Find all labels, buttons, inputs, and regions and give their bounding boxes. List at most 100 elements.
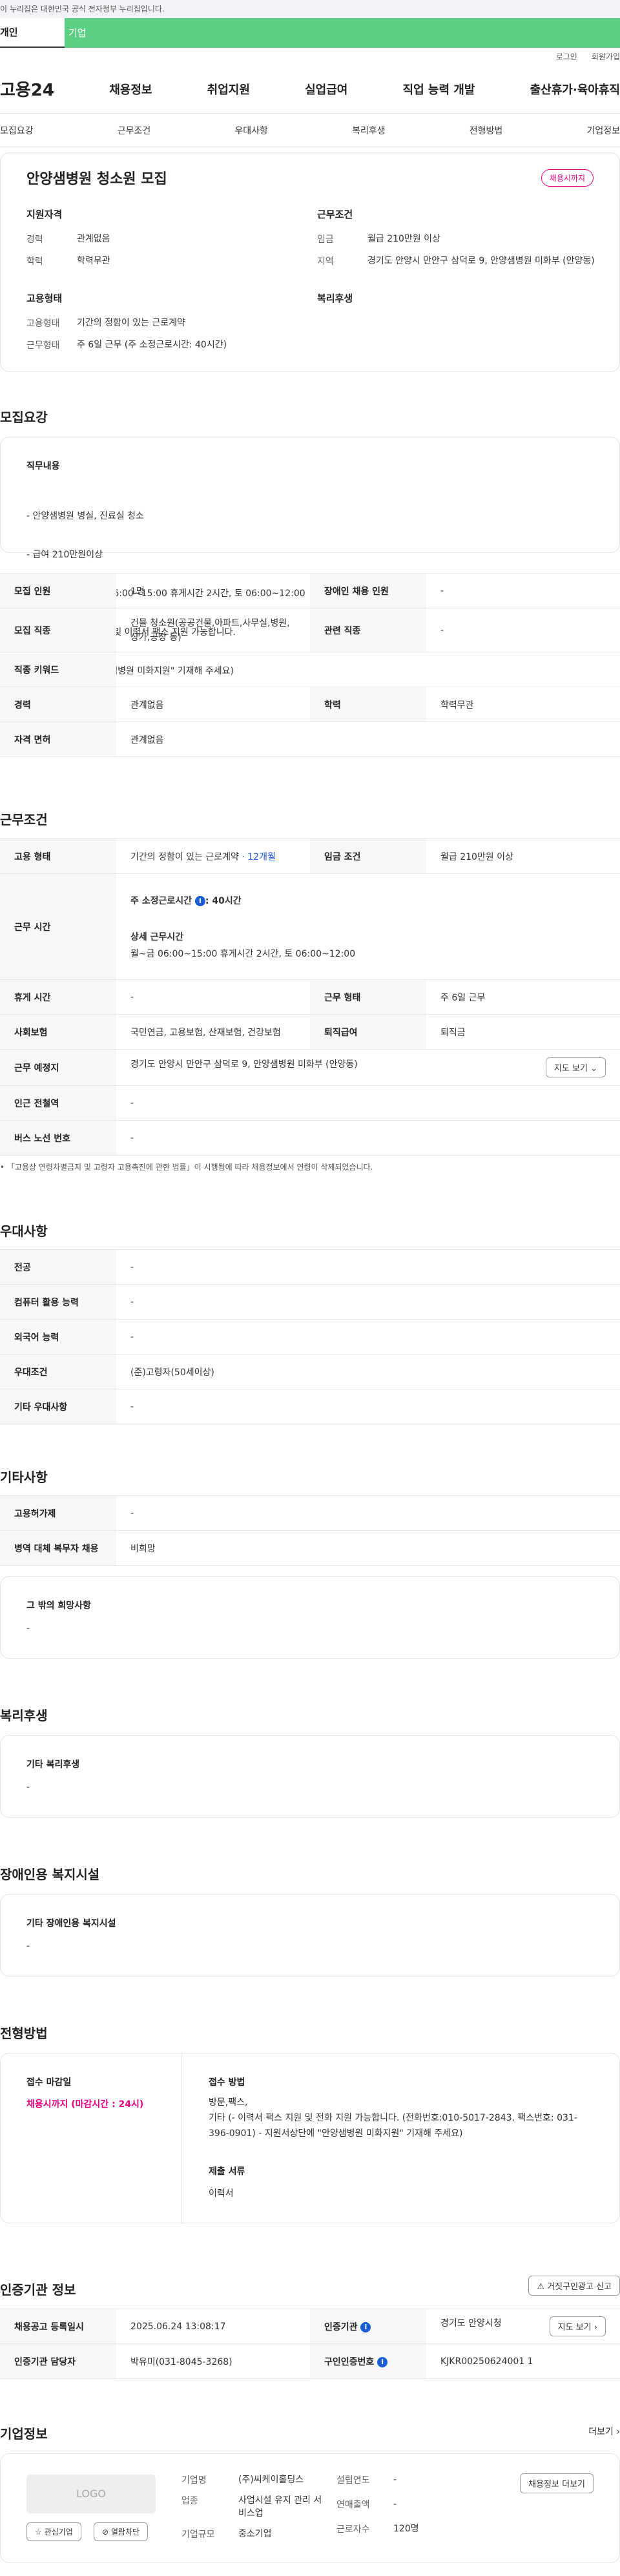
company-heading: 기업정보 [0,2426,48,2442]
company-value: - [393,2499,397,2509]
map-button[interactable]: 지도 보기 ⌄ [545,1057,606,1077]
company-value: (주)씨케이홀딩스 [238,2475,304,2485]
info-icon[interactable]: i [377,2356,388,2367]
tab-company[interactable]: 기업 [65,18,620,48]
td-emp-type: 기간의 정함이 있는 근로계약 · 12개월 [116,838,310,874]
td-career: 관계없음 [116,687,310,722]
agency-map-button[interactable]: 지도 보기 › [549,2316,606,2336]
recruit-table: 모집 인원 1명 장애인 채용 인원 - 모집 직종 건물 청소원(공공건물,아파트,사… [0,573,620,757]
anchor-conditions[interactable]: 근무조건 [118,124,151,137]
td-disabled: - [426,573,620,608]
other-etc-label: 그 밖의 희망사항 [26,1601,91,1611]
td-job: 건물 청소원(공공건물,아파트,사무실,병원,상가,공장 등) [116,608,310,652]
divider [181,2053,182,2224]
th-pc: 컴퓨터 활용 능력 [0,1284,116,1320]
td-manager: 박유미(031-8045-3268) [116,2343,310,2379]
gnb-leave[interactable]: 출산휴가·육아휴직 [530,81,620,98]
conditions-heading: 근무조건 [0,812,48,827]
anchor-company[interactable]: 기업정보 [586,124,620,137]
company-value: 120명 [393,2524,419,2534]
td-place: 경기도 안양시 만안구 삼덕로 9, 안양샘병원 미화부 (안양동) 지도 보기 … [116,1049,620,1086]
site-logo[interactable]: 고용24 [0,77,54,101]
work-title: 근무조건 [317,209,353,220]
company-key: 근로자수 [336,2524,370,2535]
org-name: 경기도 안양시청 [440,2318,502,2329]
company-value: 중소기업 [238,2529,272,2539]
td-insurance: 국민연금, 고용보험, 산재보험, 건강보험 [116,1014,310,1050]
anchor-recruit[interactable]: 모집요강 [0,124,34,137]
deadline-value: 채용시까지 (마감시간 : 24시) [26,2099,144,2110]
td-related: - [426,608,620,652]
report-button[interactable]: ⚠ 거짓구인광고 신고 [528,2276,620,2296]
th-license: 자격 면허 [0,722,116,757]
docs-value: 이력서 [209,2188,234,2199]
gnb-benefit[interactable]: 실업급여 [305,81,347,98]
gnb-jobs[interactable]: 채용정보 [109,81,152,98]
method-label: 접수 방법 [209,2077,245,2088]
emp-key: 근무형태 [26,340,60,351]
detail-label: 상세 근무시간 [130,931,184,942]
login-link[interactable]: 로그인 [556,51,577,62]
gnb-support[interactable]: 취업지원 [207,81,250,98]
td-retire: 퇴직금 [426,1014,620,1050]
agency-table: 채용공고 등록일시 2025.06.24 13:08:17 인증기관 i 경기도 안양… [0,2309,620,2379]
duty-label: 직무내용 [26,461,60,472]
tab-personal[interactable]: 개인 [0,18,65,48]
td-keyword: - [116,652,620,687]
td-break: - [116,979,310,1015]
td-bus: - [116,1120,620,1156]
company-info-right: 설립연도 - 연매출액 - 근로자수 120명 [336,2473,419,2544]
gov-notice: 이 누리집은 대한민국 공식 전자정부 누리집입니다. [0,0,620,18]
th-subway: 인근 전철역 [0,1085,116,1121]
anchor-process[interactable]: 전형방법 [470,124,503,137]
company-key: 기업규모 [181,2529,215,2540]
place-text: 경기도 안양시 만안구 삼덕로 9, 안양샘병원 미화부 (안양동) [130,1059,358,1070]
recruit-heading: 모집요강 [0,410,48,425]
welfare-heading: 복리후생 [0,1708,48,1723]
th-etc: 기타 우대사항 [0,1389,116,1424]
td-hours: 주 소정근로시간 i: 40시간 상세 근무시간 월~금 06:00~15:00… [116,873,620,980]
fav-company-button[interactable]: ☆ 관심기업 [26,2522,81,2541]
other-etc-card: 그 밖의 희망사항 - [0,1576,620,1659]
info-icon[interactable]: i [360,2322,371,2332]
company-card: LOGO ☆ 관심기업 ⊘ 열람차단 기업명 (주)씨케이홀딩스 업종 사업시설 유… [0,2453,620,2563]
signup-link[interactable]: 회원가입 [592,51,620,62]
work-value: 경기도 안양시 만안구 삼덕로 9, 안양샘병원 미화부 (안양동) [367,256,595,266]
th-wage: 임금 조건 [310,838,426,874]
work-key: 지역 [317,256,334,267]
emp-type-months: · 12개월 [242,851,276,862]
emp-value: 기간의 정함이 있는 근로계약 [77,318,185,328]
welfare-value: - [26,1782,30,1792]
section-anchors: 모집요강 근무조건 우대사항 복리후생 전형방법 기업정보 [0,114,620,147]
work-key: 임금 [317,234,334,245]
process-heading: 전형방법 [0,2026,48,2041]
gnb-training[interactable]: 직업 능력 개발 [403,81,475,98]
agency-heading: 인증기관 정보 [0,2282,76,2298]
th-shape: 근무 형태 [310,979,426,1015]
facility-label: 기타 장애인용 복지시설 [26,1918,116,1929]
company-logo-placeholder: LOGO [26,2475,156,2513]
pref-table: 전공 - 컴퓨터 활용 능력 - 외국어 능력 - 우대조건 (준)고령자(50세이상)… [0,1249,620,1424]
td-edu: 학력무관 [426,687,620,722]
th-disabled: 장애인 채용 인원 [310,573,426,608]
process-card: 접수 마감일 채용시까지 (마감시간 : 24시) 접수 방법 방문,팩스, 기… [0,2053,620,2224]
th-count: 모집 인원 [0,573,116,608]
th-edu: 학력 [310,687,426,722]
th-permit: 고용허가제 [0,1495,116,1531]
th-cert-no: 구인인증번호 i [310,2343,426,2379]
method-line: 기타 (- 이력서 팩스 지원 및 전화 지원 가능합니다. (전화번호:010… [209,2113,577,2139]
company-jobs-button[interactable]: 채용정보 더보기 [520,2473,594,2493]
anchor-welfare[interactable]: 복리후생 [352,124,386,137]
facility-card: 기타 장애인용 복지시설 - [0,1894,620,1977]
employment-section: 고용형태 고용형태 기간의 정함이 있는 근로계약 근무형태 주 6일 근무 (주 … [26,291,227,360]
td-license: 관계없음 [116,722,620,757]
company-more-link[interactable]: 더보기 › [588,2425,620,2438]
info-icon[interactable]: i [194,895,205,906]
th-related: 관련 직종 [310,608,426,652]
anchor-pref[interactable]: 우대사항 [234,124,268,137]
td-org: 경기도 안양시청 지도 보기 › [426,2309,620,2344]
qual-value: 관계없음 [77,234,110,244]
th-career: 경력 [0,687,116,722]
th-place: 근무 예정지 [0,1049,116,1086]
block-company-button[interactable]: ⊘ 열람차단 [94,2522,149,2541]
